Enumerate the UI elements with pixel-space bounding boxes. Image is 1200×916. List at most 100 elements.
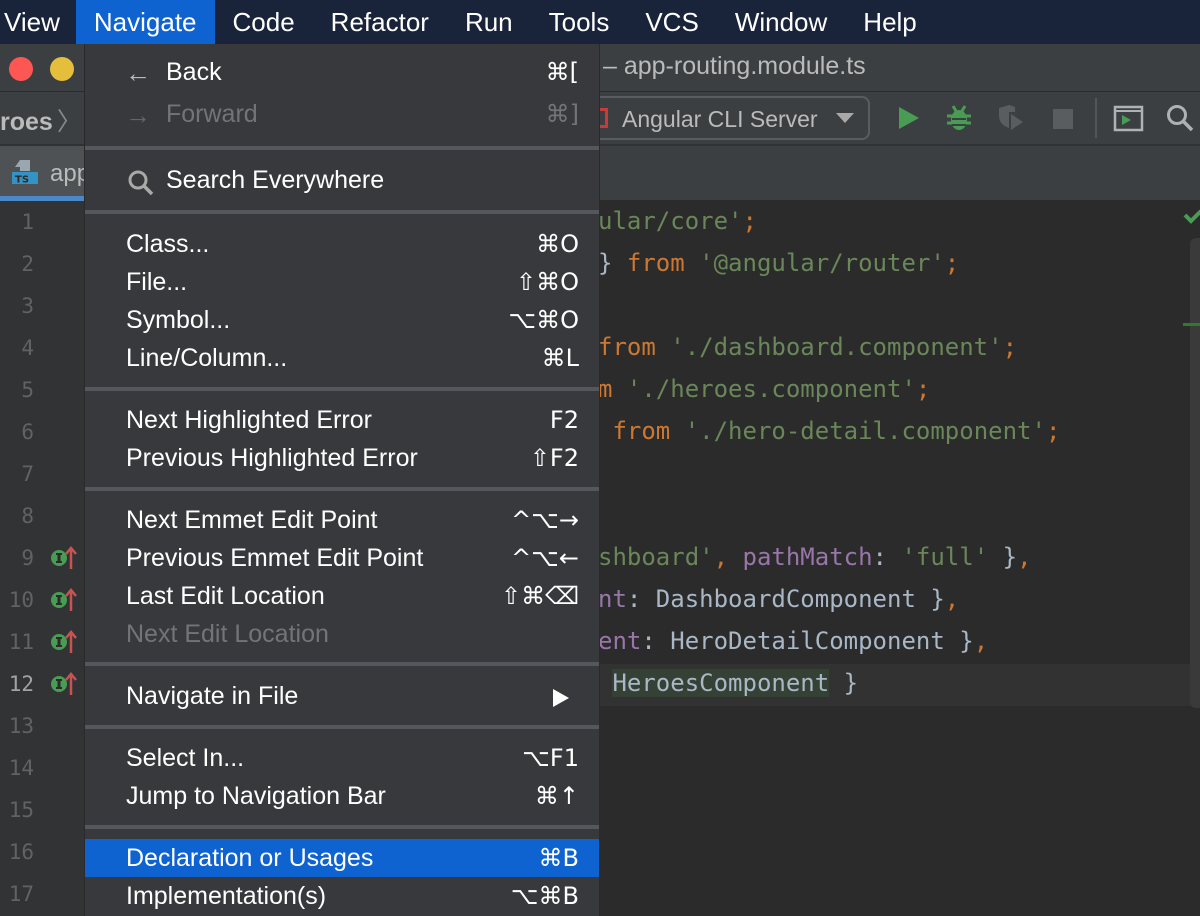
code-token: shboard' [598,543,714,571]
code-token: , [713,543,743,571]
menu-item-label: Next Highlighted Error [126,406,372,434]
menu-item-next-highlighted-error[interactable]: Next Highlighted Error F2 [85,401,599,439]
menu-item-label: Back [166,58,222,86]
menu-item-label: Search Everywhere [166,166,385,194]
code-token: from [626,249,700,277]
menu-item-next-emmet-edit-point[interactable]: Next Emmet Edit Point ^⌥→ [85,501,599,539]
menu-item-last-edit-location[interactable]: Last Edit Location ⇧⌘⌫ [85,577,599,615]
debug-icon[interactable] [944,102,974,134]
chevron-down-icon [836,113,854,123]
toolbar-separator [1095,98,1097,138]
menubar-item-navigate[interactable]: Navigate [75,0,215,44]
line-number: 8 [21,504,34,528]
menu-item-label: Previous Highlighted Error [126,444,418,472]
code-token: './hero-detail.component' [684,417,1046,445]
code-token: '@angular/router' [699,249,945,277]
code-token: ; [1002,333,1018,361]
implements-marker-icon[interactable] [50,587,78,613]
menu-item-jump-to-navigation-bar[interactable]: Jump to Navigation Bar ⌘↑ [85,777,599,815]
arrow-right-icon: → [125,100,151,130]
code-token: } [598,249,627,277]
menu-separator [85,662,599,666]
run-configuration-dropdown[interactable]: Angular CLI Server [588,96,870,140]
menu-item-shortcut: ⌥F1 [522,744,579,772]
menu-item-shortcut: ⇧⌘⌫ [500,582,579,610]
menu-item-shortcut: ^⌥→ [511,506,579,534]
menu-item-line-column[interactable]: Line/Column... ⌘L [85,339,599,377]
menu-item-label: Last Edit Location [126,582,325,610]
editor-scrollbar[interactable] [1190,238,1200,708]
menu-item-shortcut: ^⌥← [511,544,579,572]
code-line: from './dashboard.component'; [598,333,1017,361]
menu-item-previous-highlighted-error[interactable]: Previous Highlighted Error ⇧F2 [85,439,599,477]
menu-item-next-edit-location[interactable]: Next Edit Location [85,615,599,653]
line-number: 7 [21,462,34,486]
code-token: : DashboardComponent } [626,585,945,613]
navigate-menu: ← Back ⌘[ → Forward ⌘] Search Everywhere Class.… [84,44,600,916]
menu-item-label: Forward [166,100,258,128]
menu-item-file[interactable]: File... ⇧⌘O [85,263,599,301]
menubar-item-help[interactable]: Help [845,0,934,44]
menu-item-label: Previous Emmet Edit Point [126,544,424,572]
stop-icon[interactable] [1048,102,1078,134]
menu-separator [85,725,599,729]
line-number: 4 [21,336,34,360]
inspection-ok-icon[interactable] [1183,208,1200,224]
code-token: ; [915,375,931,403]
menu-item-shortcut: ⌘] [545,100,579,128]
submenu-arrow-icon [553,689,569,707]
code-line: HeroesComponent } [598,669,858,697]
menu-item-class[interactable]: Class... ⌘O [85,225,599,263]
menu-item-navigate-in-file[interactable]: Navigate in File [85,677,599,715]
menubar-item-window[interactable]: Window [717,0,845,44]
line-number: 5 [21,378,34,402]
menu-item-back[interactable]: ← Back ⌘[ [85,53,599,91]
menubar-item-run[interactable]: Run [447,0,531,44]
editor-tab-label: app [50,160,84,187]
menu-item-shortcut: ⌘[ [545,58,579,86]
implements-marker-icon[interactable] [50,629,78,655]
menubar-item-view[interactable]: View [0,0,76,44]
line-number: 6 [21,420,34,444]
breadcrumb-item[interactable]: roes [0,108,53,136]
menu-item-shortcut: ⌘O [536,230,579,258]
line-number: 1 [21,210,34,234]
menu-item-previous-emmet-edit-point[interactable]: Previous Emmet Edit Point ^⌥← [85,539,599,577]
menu-item-forward[interactable]: → Forward ⌘] [85,95,599,133]
breadcrumb[interactable]: roes 〉 [0,102,82,138]
run-configuration-label: Angular CLI Server [622,106,818,132]
menu-item-select-in[interactable]: Select In... ⌥F1 [85,739,599,777]
code-token: : [872,543,902,571]
menubar: View Navigate Code Refactor Run Tools VC… [0,0,1200,44]
implements-marker-icon[interactable] [50,671,78,697]
line-number: 9 [21,546,34,570]
menubar-item-vcs[interactable]: VCS [627,0,716,44]
terminal-icon[interactable] [1113,102,1145,134]
menu-item-label: Declaration or Usages [126,844,374,872]
minimize-window-button[interactable] [50,57,74,81]
line-number: 2 [21,252,34,276]
code-token: ; [1045,417,1061,445]
implements-marker-icon[interactable] [50,545,78,571]
search-icon[interactable] [1165,102,1195,134]
menubar-item-code[interactable]: Code [215,0,313,44]
code-line: shboard', pathMatch: 'full' }, [598,543,1032,571]
menu-item-search-everywhere[interactable]: Search Everywhere [85,161,599,199]
menubar-item-tools[interactable]: Tools [531,0,628,44]
menu-item-shortcut: ⌘B [538,844,579,872]
coverage-icon[interactable] [995,102,1025,134]
search-icon [128,170,154,196]
menu-item-implementation-s[interactable]: Implementation(s) ⌥⌘B [85,877,599,915]
code-token: nt [598,585,627,613]
menubar-item-refactor[interactable]: Refactor [313,0,447,44]
menu-separator [85,387,599,391]
run-icon[interactable] [893,102,923,134]
code-line: } from '@angular/router'; [598,249,959,277]
editor-tab[interactable]: TS app [0,146,84,201]
code-token: } [829,669,859,697]
close-window-button[interactable] [9,57,33,81]
menu-item-symbol[interactable]: Symbol... ⌥⌘O [85,301,599,339]
arrow-left-icon: ← [125,58,151,88]
code-token: pathMatch [742,543,873,571]
menu-item-declaration-or-usages[interactable]: Declaration or Usages ⌘B [85,839,599,877]
